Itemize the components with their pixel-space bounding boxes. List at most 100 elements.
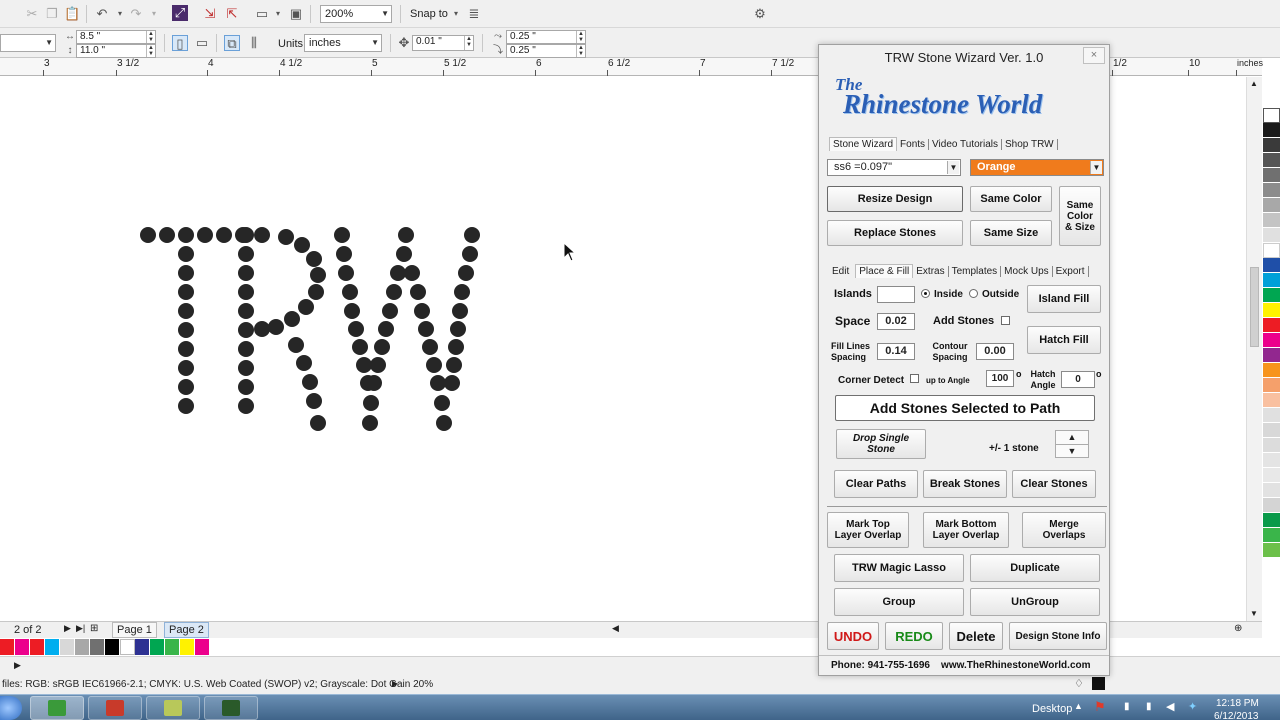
import-icon[interactable]: ⇲ — [202, 6, 218, 22]
color-swatch[interactable] — [1263, 378, 1280, 393]
tab-page-1[interactable]: Page 1 — [112, 622, 157, 638]
rhinestone[interactable] — [410, 284, 426, 300]
rhinestone[interactable] — [464, 227, 480, 243]
spinner-icon[interactable]: ▲ ▼ — [464, 36, 473, 50]
color-swatch[interactable] — [1263, 198, 1280, 213]
ungroup-button[interactable]: UnGroup — [970, 588, 1100, 616]
chevron-right-icon[interactable]: ▶ — [392, 679, 398, 688]
fill-indicator-icon[interactable]: ♢ — [1074, 677, 1084, 690]
color-swatch[interactable] — [1263, 483, 1280, 498]
rhinestone[interactable] — [216, 227, 232, 243]
landscape-icon[interactable]: ▭ — [194, 35, 210, 51]
tab-extras[interactable]: Extras — [913, 266, 949, 277]
rhinestone[interactable] — [458, 265, 474, 281]
color-swatch[interactable] — [105, 639, 120, 655]
replace-stones-button[interactable]: Replace Stones — [827, 220, 963, 246]
snap-to-button[interactable]: Snap to — [410, 8, 448, 20]
color-swatch[interactable] — [1263, 213, 1280, 228]
options-icon[interactable]: ≣ — [466, 6, 482, 22]
clock-time[interactable]: 12:18 PM — [1216, 698, 1259, 709]
stone-up-button[interactable]: ▲ — [1055, 430, 1089, 444]
rhinestone[interactable] — [284, 311, 300, 327]
tab-templates[interactable]: Templates — [949, 266, 1002, 277]
rhinestone[interactable] — [414, 303, 430, 319]
rhinestone[interactable] — [238, 265, 254, 281]
color-swatch[interactable] — [0, 639, 15, 655]
tab-page-2[interactable]: Page 2 — [164, 622, 209, 638]
page-height-field[interactable]: 11.0 " ▲ ▼ — [76, 44, 156, 58]
vertical-scrollbar[interactable]: ▲ ▼ — [1246, 77, 1262, 621]
design-stone-info-button[interactable]: Design Stone Info — [1009, 622, 1107, 650]
current-page-icon[interactable]: ⫼ — [246, 35, 262, 51]
color-swatch[interactable] — [1263, 168, 1280, 183]
color-swatch[interactable] — [60, 639, 75, 655]
taskbar-app-coreldraw[interactable] — [30, 696, 84, 720]
color-swatch[interactable] — [75, 639, 90, 655]
spinner-icon[interactable]: ▲ ▼ — [576, 31, 585, 43]
color-swatch[interactable] — [1263, 123, 1280, 138]
color-swatch[interactable] — [1263, 348, 1280, 363]
add-stones-checkbox[interactable] — [1001, 316, 1010, 325]
rhinestone[interactable] — [238, 284, 254, 300]
export-icon[interactable]: ⇱ — [224, 6, 240, 22]
outside-radio[interactable] — [969, 289, 978, 298]
taskbar-app-paint[interactable] — [88, 696, 142, 720]
rhinestone[interactable] — [302, 374, 318, 390]
rhinestone[interactable] — [444, 375, 460, 391]
rhinestone[interactable] — [178, 303, 194, 319]
stone-size-select[interactable]: ss6 =0.097" ▼ — [827, 159, 961, 176]
rhinestone[interactable] — [352, 339, 368, 355]
rhinestone[interactable] — [362, 415, 378, 431]
color-swatch[interactable] — [150, 639, 165, 655]
fill-lines-spacing-input[interactable]: 0.14 — [877, 343, 915, 360]
color-swatch[interactable] — [1263, 138, 1280, 153]
chevron-down-icon[interactable]: ▼ — [1250, 609, 1258, 618]
resize-design-button[interactable]: Resize Design — [827, 186, 963, 212]
zoom-combo[interactable]: 200% ▼ — [320, 5, 392, 23]
rhinestone[interactable] — [454, 284, 470, 300]
redo-button[interactable]: REDO — [885, 622, 943, 650]
color-swatch[interactable] — [195, 639, 210, 655]
drop-single-stone-button[interactable]: Drop Single Stone — [836, 429, 926, 459]
launcher-icon[interactable]: ⚙ — [752, 6, 768, 22]
rhinestone[interactable] — [396, 246, 412, 262]
merge-overlaps-button[interactable]: Merge Overlaps — [1022, 512, 1106, 548]
color-swatch[interactable] — [1263, 273, 1280, 288]
rhinestone[interactable] — [178, 246, 194, 262]
add-stones-selected-to-path-button[interactable]: Add Stones Selected to Path — [835, 395, 1095, 421]
same-color-button[interactable]: Same Color — [970, 186, 1052, 212]
rhinestone[interactable] — [378, 321, 394, 337]
break-stones-button[interactable]: Break Stones — [923, 470, 1007, 498]
clear-paths-button[interactable]: Clear Paths — [834, 470, 918, 498]
chevron-left-icon[interactable]: ◀ — [612, 623, 619, 634]
color-swatch[interactable] — [1263, 243, 1280, 258]
outline-swatch[interactable] — [1092, 677, 1105, 690]
duplicate-button[interactable]: Duplicate — [970, 554, 1100, 582]
rhinestone[interactable] — [296, 355, 312, 371]
color-palette-horizontal[interactable] — [0, 639, 210, 655]
page-width-field[interactable]: 8.5 " ▲ ▼ — [76, 30, 156, 44]
rhinestone[interactable] — [366, 375, 382, 391]
color-palette-vertical[interactable] — [1263, 108, 1280, 668]
no-color-swatch[interactable] — [1263, 108, 1280, 123]
portrait-icon[interactable]: ▯ — [172, 35, 188, 51]
panel-title[interactable]: TRW Stone Wizard Ver. 1.0 — [819, 45, 1109, 71]
rhinestone[interactable] — [254, 227, 270, 243]
rhinestone[interactable] — [238, 379, 254, 395]
island-fill-button[interactable]: Island Fill — [1027, 285, 1101, 313]
color-swatch[interactable] — [1263, 183, 1280, 198]
rhinestone[interactable] — [238, 322, 254, 338]
rhinestone[interactable] — [370, 357, 386, 373]
rhinestone[interactable] — [434, 395, 450, 411]
play-icon[interactable]: ▶ — [14, 660, 21, 671]
undo-icon[interactable]: ↶ — [94, 6, 110, 22]
taskbar-app-notes[interactable] — [146, 696, 200, 720]
print-icon[interactable]: ▭ — [254, 6, 270, 22]
islands-input[interactable] — [877, 286, 915, 303]
add-page-icon[interactable]: ⊞ — [90, 623, 98, 634]
rhinestone[interactable] — [306, 251, 322, 267]
rhinestone[interactable] — [294, 237, 310, 253]
rhinestone[interactable] — [238, 303, 254, 319]
space-input[interactable]: 0.02 — [877, 313, 915, 330]
color-swatch[interactable] — [165, 639, 180, 655]
